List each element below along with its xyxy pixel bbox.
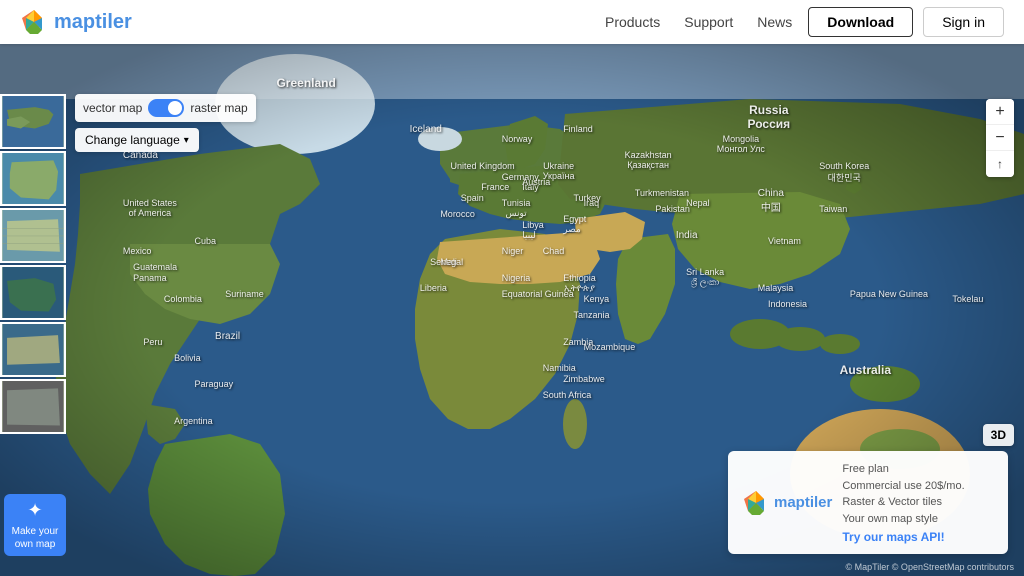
map-controls-top: vector map raster map Change language ▾ bbox=[75, 94, 256, 152]
change-language-label: Change language bbox=[85, 133, 180, 147]
thumbnail-2[interactable] bbox=[0, 151, 66, 206]
info-box-text: Free plan Commercial use 20$/mo. Raster … bbox=[842, 461, 964, 527]
vector-map-label: vector map bbox=[83, 101, 142, 115]
change-language-button[interactable]: Change language ▾ bbox=[75, 128, 199, 152]
nav-news[interactable]: News bbox=[757, 14, 792, 30]
map-type-toggle[interactable]: vector map raster map bbox=[75, 94, 256, 122]
info-box-logo: maptiler bbox=[742, 489, 832, 517]
toggle-switch[interactable] bbox=[148, 99, 184, 117]
attribution: © MapTiler © OpenStreetMap contributors bbox=[846, 562, 1015, 572]
try-api-link[interactable]: Try our maps API! bbox=[842, 530, 964, 544]
nav-products[interactable]: Products bbox=[605, 14, 660, 30]
make-your-own-map-button[interactable]: ✦ Make yourown map bbox=[4, 494, 66, 556]
thumbnail-6[interactable] bbox=[0, 379, 66, 434]
nav-links: Products Support News bbox=[605, 14, 792, 30]
map-thumbnails-sidebar bbox=[0, 94, 70, 434]
make-map-label: Make yourown map bbox=[12, 525, 59, 551]
download-button[interactable]: Download bbox=[808, 7, 913, 37]
logo-icon bbox=[20, 8, 48, 36]
make-map-icon: ✦ bbox=[27, 499, 42, 522]
info-box: maptiler Free plan Commercial use 20$/mo… bbox=[728, 451, 1008, 554]
info-logo-icon bbox=[742, 489, 770, 517]
logo: maptiler bbox=[20, 8, 132, 36]
zoom-arrow-button[interactable]: ↑ bbox=[986, 151, 1014, 177]
thumbnail-4[interactable] bbox=[0, 265, 66, 320]
3d-button[interactable]: 3D bbox=[983, 424, 1014, 446]
chevron-down-icon: ▾ bbox=[184, 135, 189, 146]
map-container[interactable]: Greenland Iceland Canada United Statesof… bbox=[0, 44, 1024, 576]
raster-map-label: raster map bbox=[190, 101, 247, 115]
thumbnail-1[interactable] bbox=[0, 94, 66, 149]
signin-button[interactable]: Sign in bbox=[923, 7, 1004, 37]
nav-support[interactable]: Support bbox=[684, 14, 733, 30]
header: maptiler Products Support News Download … bbox=[0, 0, 1024, 44]
info-logo-text: maptiler bbox=[774, 494, 832, 511]
thumbnail-3[interactable] bbox=[0, 208, 66, 263]
zoom-in-button[interactable]: + bbox=[986, 99, 1014, 125]
info-box-content: Free plan Commercial use 20$/mo. Raster … bbox=[842, 461, 964, 544]
zoom-controls: + − ↑ bbox=[986, 99, 1014, 177]
zoom-out-button[interactable]: − bbox=[986, 125, 1014, 151]
thumbnail-5[interactable] bbox=[0, 322, 66, 377]
logo-text: maptiler bbox=[54, 11, 132, 34]
